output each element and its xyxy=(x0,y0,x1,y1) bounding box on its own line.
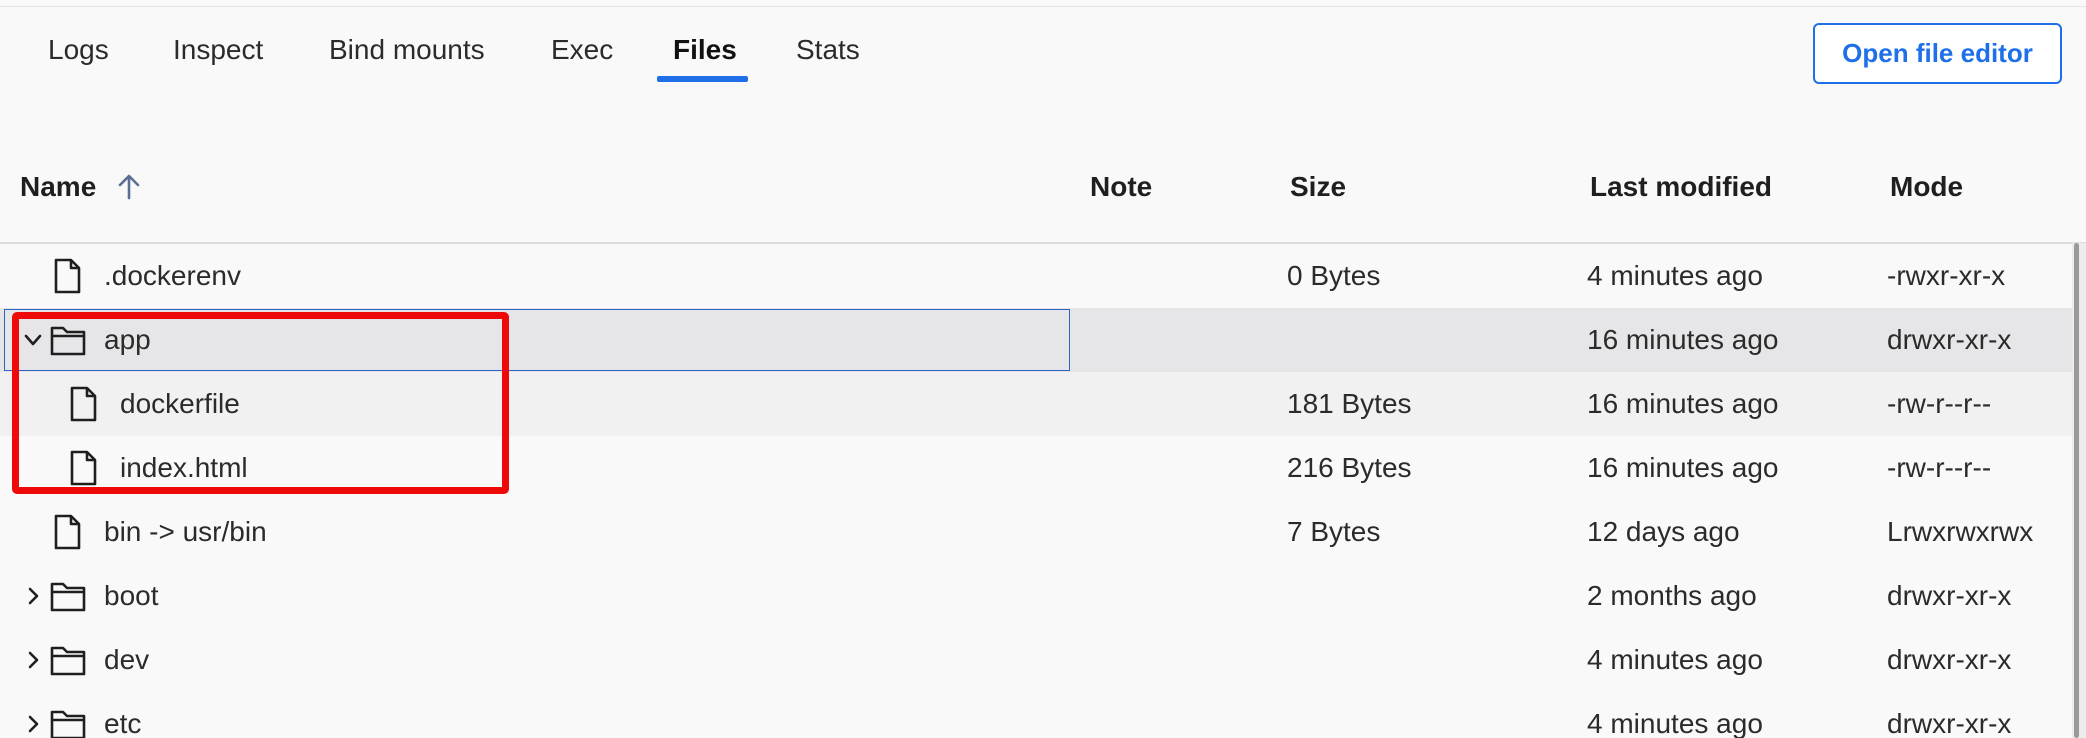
chevron-right-icon[interactable] xyxy=(20,646,46,674)
row-modified: 12 days ago xyxy=(1587,516,1740,547)
row-modified: 16 minutes ago xyxy=(1587,388,1779,419)
row-mode: -rw-r--r-- xyxy=(1887,452,1992,483)
row-modified: 4 minutes ago xyxy=(1587,708,1763,738)
row-name: .dockerenv xyxy=(104,260,241,291)
row-size: 181 Bytes xyxy=(1287,388,1412,419)
tab-bind-mounts[interactable]: Bind mounts xyxy=(329,32,485,68)
file-icon xyxy=(70,450,97,486)
column-header-last-modified[interactable]: Last modified xyxy=(1590,170,1772,204)
row-modified: 16 minutes ago xyxy=(1587,452,1779,483)
folder-icon xyxy=(50,646,86,676)
chevron-right-icon[interactable] xyxy=(20,710,46,738)
table-row[interactable]: bin -> usr/bin 7 Bytes 12 days ago Lrwxr… xyxy=(0,500,2072,564)
folder-icon xyxy=(50,326,86,356)
tab-inspect[interactable]: Inspect xyxy=(173,32,263,68)
row-name: dev xyxy=(104,644,150,675)
row-name: etc xyxy=(104,708,142,738)
tab-exec[interactable]: Exec xyxy=(551,32,613,68)
folder-icon xyxy=(50,582,86,612)
row-size: 7 Bytes xyxy=(1287,516,1381,547)
tab-files[interactable]: Files xyxy=(673,32,737,68)
file-icon xyxy=(54,514,81,550)
arrow-up-icon[interactable] xyxy=(116,172,142,202)
row-size: 216 Bytes xyxy=(1287,452,1412,483)
row-mode: drwxr-xr-x xyxy=(1887,708,2012,738)
table-row[interactable]: dockerfile 181 Bytes 16 minutes ago -rw-… xyxy=(0,372,2072,436)
row-name: index.html xyxy=(120,452,248,483)
row-mode: drwxr-xr-x xyxy=(1887,644,2012,675)
row-modified: 4 minutes ago xyxy=(1587,644,1763,675)
row-modified: 16 minutes ago xyxy=(1587,324,1779,355)
row-mode: -rw-r--r-- xyxy=(1887,388,1992,419)
tab-logs[interactable]: Logs xyxy=(48,32,109,68)
table-row[interactable]: index.html 216 Bytes 16 minutes ago -rw-… xyxy=(0,436,2072,500)
row-modified: 2 months ago xyxy=(1587,580,1757,611)
row-name: app xyxy=(104,324,151,355)
row-name: boot xyxy=(104,580,159,611)
container-files-view: Logs Inspect Bind mounts Exec Files Stat… xyxy=(0,0,2086,738)
row-name: dockerfile xyxy=(120,388,240,419)
folder-icon xyxy=(50,710,86,738)
active-tab-indicator xyxy=(657,76,748,82)
top-divider xyxy=(0,6,2086,7)
row-mode: drwxr-xr-x xyxy=(1887,324,2012,355)
file-icon xyxy=(70,386,97,422)
column-header-size[interactable]: Size xyxy=(1290,170,1346,204)
row-name: bin -> usr/bin xyxy=(104,516,267,547)
row-size: 0 Bytes xyxy=(1287,260,1381,291)
tab-stats[interactable]: Stats xyxy=(796,32,860,68)
open-file-editor-button[interactable]: Open file editor xyxy=(1813,23,2062,84)
row-mode: -rwxr-xr-x xyxy=(1887,260,2006,291)
table-row[interactable]: dev 4 minutes ago drwxr-xr-x xyxy=(0,628,2072,692)
chevron-down-icon[interactable] xyxy=(20,326,46,354)
table-row[interactable]: boot 2 months ago drwxr-xr-x xyxy=(0,564,2072,628)
column-header-name[interactable]: Name xyxy=(20,170,96,204)
row-modified: 4 minutes ago xyxy=(1587,260,1763,291)
chevron-right-icon[interactable] xyxy=(20,582,46,610)
table-row-selected[interactable]: app 16 minutes ago drwxr-xr-x xyxy=(0,308,2072,372)
scrollbar-thumb[interactable] xyxy=(2074,243,2079,738)
table-row[interactable]: .dockerenv 0 Bytes 4 minutes ago -rwxr-x… xyxy=(0,244,2072,308)
row-mode: drwxr-xr-x xyxy=(1887,580,2012,611)
column-header-mode[interactable]: Mode xyxy=(1890,170,1963,204)
column-header-note[interactable]: Note xyxy=(1090,170,1152,204)
file-icon xyxy=(54,258,81,294)
row-mode: Lrwxrwxrwx xyxy=(1887,516,2034,547)
table-row[interactable]: etc 4 minutes ago drwxr-xr-x xyxy=(0,692,2072,738)
